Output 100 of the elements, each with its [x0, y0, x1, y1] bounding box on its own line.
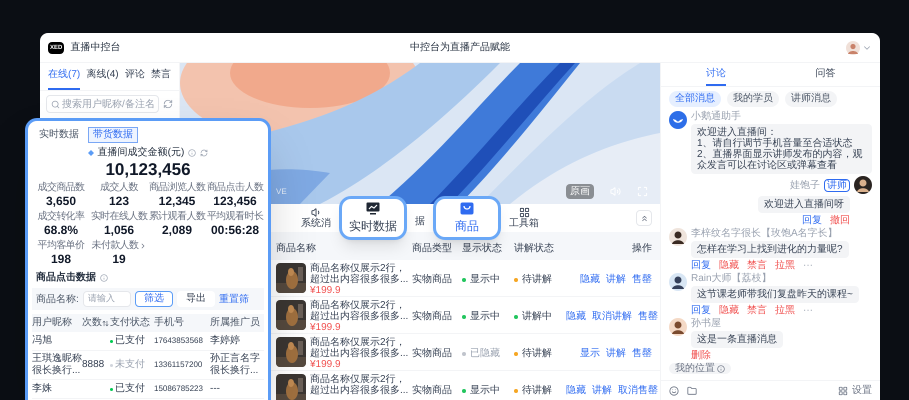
- column-header: 次数: [82, 317, 102, 329]
- metric-value: 00:56:28: [210, 223, 260, 238]
- metric-label: 平均观看时长: [206, 211, 264, 223]
- app-title: 直播中控台: [70, 40, 120, 55]
- message-action[interactable]: 拉黑: [775, 260, 795, 271]
- metric-label: 累计观看人数: [148, 211, 206, 223]
- column-header: 操作: [632, 242, 652, 256]
- search-field[interactable]: 搜索用户昵称/备注名: [46, 95, 159, 113]
- toolbar-button[interactable]: 工具箱: [509, 207, 539, 229]
- metric-value: 123: [108, 194, 130, 209]
- product-name: 超过出内容很多很多...: [310, 385, 408, 396]
- filter-chip[interactable]: 全部消息: [669, 91, 721, 107]
- message-action[interactable]: 拉黑: [775, 305, 795, 316]
- column-header: 显示状态: [462, 242, 503, 256]
- action-link[interactable]: 讲解: [606, 348, 626, 359]
- window-title: 中控台为直播产品赋能: [410, 40, 510, 55]
- table-cell: 8888: [82, 359, 104, 370]
- action-link[interactable]: 售罄: [632, 348, 652, 359]
- chat-tab[interactable]: 讨论: [706, 63, 726, 86]
- message-text: 2、直播界面显示讲师发布的内容，观众发言可以在讨论区或弹幕查看: [697, 149, 864, 171]
- column-header: 商品类型: [412, 242, 453, 256]
- product-name: 超过出内容很多很多...: [310, 274, 408, 285]
- sender-name: Rain大师【荔枝】: [691, 273, 773, 284]
- message-action[interactable]: 隐藏: [719, 305, 739, 316]
- quality-button[interactable]: 原画: [566, 184, 594, 199]
- toolbar-callout[interactable]: 商品: [433, 196, 501, 240]
- table-cell-text: 实物商品: [412, 385, 453, 396]
- headline-label: 直播间成交金额(元): [98, 146, 184, 160]
- headline-value: 10,123,456: [104, 160, 192, 180]
- message-action[interactable]: 删除: [691, 350, 711, 361]
- filter-button[interactable]: 筛选: [134, 291, 173, 307]
- metric-label: 实时在线人数: [90, 211, 148, 223]
- status-text: 显示中: [470, 274, 500, 285]
- action-link[interactable]: 讲解: [592, 385, 612, 396]
- data-tab[interactable]: 带货数据: [88, 127, 138, 143]
- location-chip[interactable]: 我的位置: [669, 363, 731, 374]
- message-action[interactable]: 禁言: [747, 305, 767, 316]
- message-action[interactable]: 回复: [691, 260, 711, 271]
- filter-chip[interactable]: 讲师消息: [785, 91, 837, 107]
- metric-link[interactable]: 未付款人数: [91, 240, 146, 252]
- sender-name: 李梓纹名字很长【玫饱A名字长】: [691, 228, 839, 239]
- panel-tab[interactable]: 离线(4): [86, 67, 119, 90]
- sender-name: 小鹅通助手: [691, 111, 742, 122]
- status-text: 讲解中: [522, 311, 552, 322]
- section-title: 商品点击数据: [36, 271, 96, 284]
- reset-link[interactable]: 重置筛: [218, 292, 249, 306]
- sender-name: 孙书屋: [691, 318, 722, 329]
- action-link[interactable]: 售罄: [638, 311, 658, 322]
- status-text: 待讲解: [522, 274, 552, 285]
- column-header: 支付状态: [110, 317, 151, 329]
- action-link[interactable]: 隐藏: [580, 274, 600, 285]
- table-cell-text: 李姝: [32, 383, 53, 395]
- panel-tab[interactable]: 禁言: [150, 67, 171, 90]
- action-link[interactable]: 隐藏: [566, 385, 586, 396]
- metric-value: 2,089: [162, 223, 192, 238]
- toolbar-button[interactable]: 系统消: [301, 207, 331, 229]
- message-action[interactable]: 撤回: [830, 215, 850, 226]
- metric-value: 123,456: [213, 194, 257, 209]
- message-action[interactable]: 回复: [691, 305, 711, 316]
- status-text: 已隐藏: [470, 348, 500, 359]
- message-action[interactable]: ···: [803, 260, 813, 271]
- metric-label: 成交转化率: [37, 211, 84, 223]
- filter-chip[interactable]: 我的学员: [727, 91, 779, 107]
- table-cell: 孙正言名字很长换行...: [210, 353, 260, 377]
- action-link[interactable]: 讲解: [606, 274, 626, 285]
- action-link[interactable]: 取消讲解: [592, 311, 632, 322]
- payment-status: 已支付: [115, 335, 145, 347]
- payment-status: 已支付: [115, 383, 145, 395]
- panel-tab[interactable]: 在线(7): [48, 67, 80, 90]
- metric-value: 68.8%: [44, 223, 78, 238]
- message-action[interactable]: 禁言: [747, 260, 767, 271]
- message-text: 欢迎进入直播间：: [697, 127, 777, 138]
- data-tab[interactable]: 实时数据: [34, 127, 84, 143]
- product-price: ¥199.9: [310, 322, 342, 333]
- message-action[interactable]: 隐藏: [719, 260, 739, 271]
- chat-tab[interactable]: 问答: [815, 63, 836, 86]
- table-cell-text: 13361157200: [154, 359, 204, 371]
- toolbar-callout[interactable]: 实时数据: [339, 196, 407, 240]
- action-link[interactable]: 隐藏: [566, 311, 586, 322]
- metric-label: 商品点击人数: [206, 182, 264, 194]
- message-action[interactable]: 回复: [802, 215, 822, 226]
- table-cell-text: 实物商品: [412, 274, 453, 285]
- metric-value: 19: [112, 252, 126, 267]
- role-badge: 讲师: [824, 178, 850, 192]
- filter-button[interactable]: 导出: [176, 291, 215, 307]
- message-text: 1、请自行调节手机音量至合适状态: [697, 138, 854, 149]
- message-text: 这节课老师带我们复盘昨天的课程~: [697, 289, 853, 300]
- settings-button[interactable]: 设置: [838, 383, 872, 398]
- message-action[interactable]: ···: [803, 305, 813, 316]
- product-name: 商品名称仅展示2行，: [310, 263, 407, 274]
- product-name: 商品名称仅展示2行，: [310, 337, 407, 348]
- metric-value: 3,650: [46, 194, 76, 209]
- panel-tab[interactable]: 评论: [124, 67, 145, 90]
- filter-label: 商品名称:: [36, 292, 79, 306]
- action-link[interactable]: 显示: [580, 348, 600, 359]
- filter-input[interactable]: 请输入: [82, 291, 131, 307]
- action-link[interactable]: 售罄: [632, 274, 652, 285]
- metric-value: 198: [50, 252, 72, 267]
- action-link[interactable]: 取消售罄: [618, 385, 658, 396]
- column-header: 手机号: [154, 317, 185, 329]
